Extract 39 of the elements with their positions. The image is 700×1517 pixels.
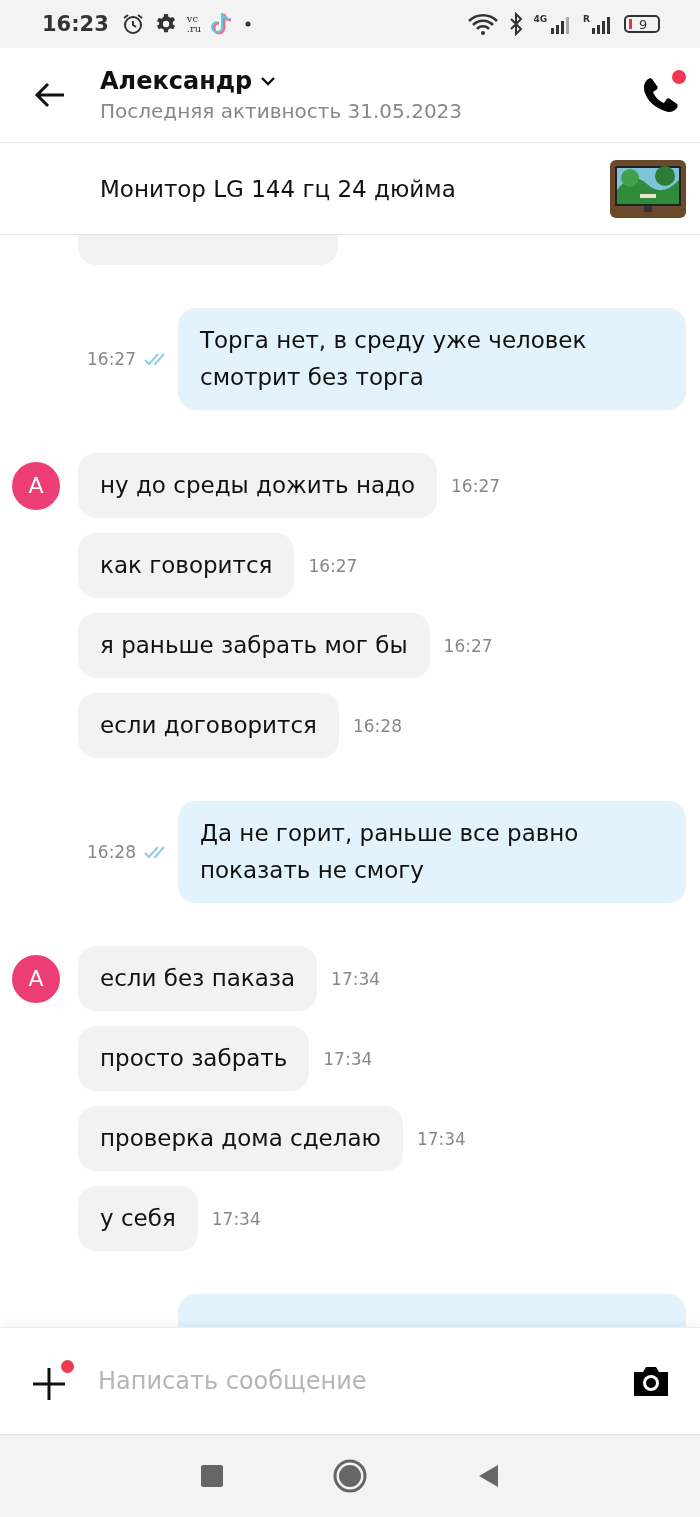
message-bubble: Торга нет, в среду уже человек смотрит без торга [178, 308, 686, 410]
home-button[interactable] [333, 1459, 367, 1493]
back-nav-button[interactable] [477, 1464, 499, 1488]
message-bubble: я раньше забрать мог бы [78, 613, 430, 678]
wifi-icon [467, 13, 500, 35]
avatar[interactable]: А [12, 954, 60, 1003]
back-button[interactable] [34, 81, 66, 109]
dot-icon [245, 21, 252, 27]
battery-icon: 9 [624, 15, 660, 33]
message-bubble: просто забрать [78, 1026, 310, 1091]
app-logo-icon: vc .ru [186, 14, 202, 34]
message-time: 17:34 [331, 968, 381, 989]
message-time: 17:34 [211, 1208, 261, 1229]
message-time: 16:27 [443, 635, 493, 656]
camera-button[interactable] [632, 1364, 670, 1398]
message-input[interactable]: Написать сообщение [96, 1366, 610, 1396]
bluetooth-icon [509, 12, 524, 36]
message-bubble: если договорится [78, 693, 339, 758]
chevron-down-icon [260, 76, 277, 86]
message-time: 16:28 [87, 842, 136, 862]
message-bubble: проверка дома сделаю [78, 1106, 403, 1171]
message-bubble: у себя [78, 1186, 198, 1251]
attach-button[interactable] [32, 1360, 74, 1402]
message-time: 17:34 [323, 1048, 373, 1069]
message-bubble: Да не горит, раньше все равно показать не смогу [178, 801, 686, 903]
clock: 16:23 [42, 12, 109, 36]
settings-icon [154, 13, 177, 35]
last-seen-text: Последняя активность 31.05.2023 [100, 99, 464, 123]
message-time: 17:34 [416, 1128, 466, 1149]
avatar[interactable]: А [12, 461, 60, 510]
message-time: 16:28 [352, 715, 402, 736]
message-bubble: ну до среды дожить надо [78, 453, 438, 518]
message-bubble: если без паказа [78, 946, 318, 1011]
contact-name[interactable]: Александр [100, 67, 277, 95]
listing-title[interactable]: Монитор LG 144 гц 24 дюйма [100, 175, 610, 202]
message-time: 16:27 [87, 349, 136, 369]
message-bubble: как говорится [78, 533, 295, 598]
message-time: 16:27 [308, 555, 358, 576]
message-time: 16:27 [451, 475, 501, 496]
